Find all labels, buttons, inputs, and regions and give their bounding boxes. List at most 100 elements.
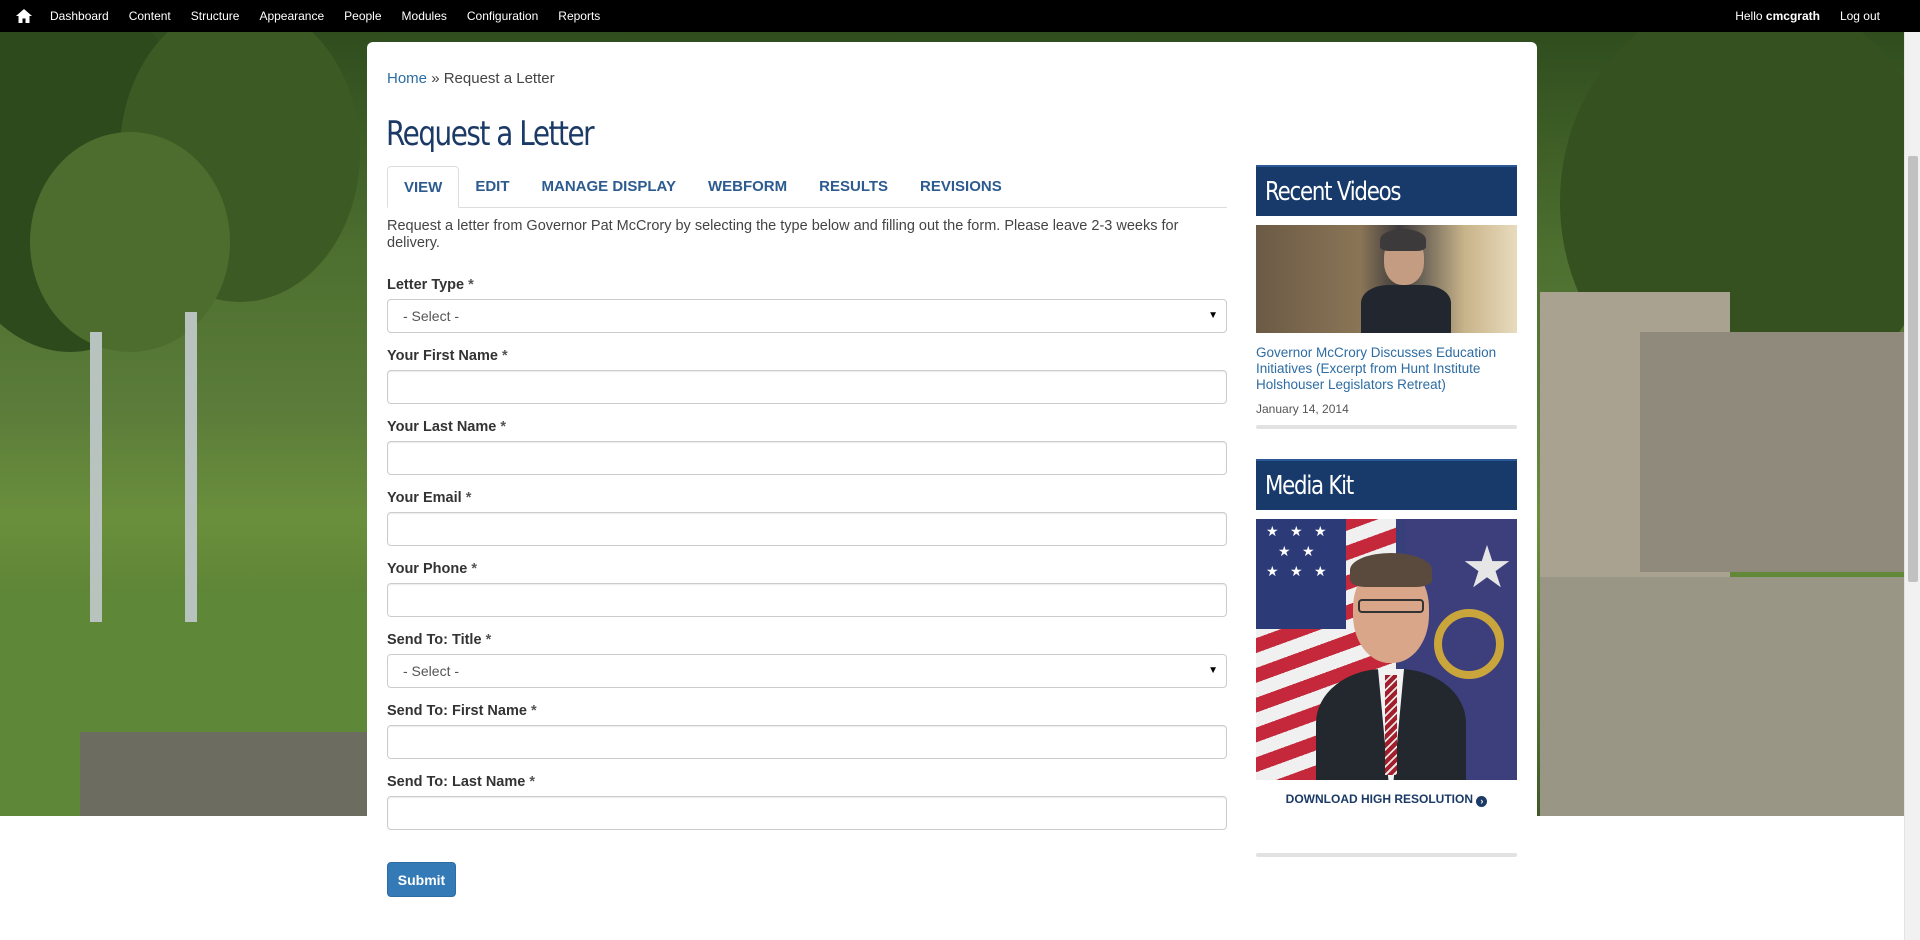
field-first-name: Your First Name *: [387, 348, 1227, 419]
content-panel: Home » Request a Letter Request a Letter…: [367, 42, 1537, 940]
submit-button[interactable]: Submit: [387, 862, 456, 897]
send-to-last-name-label-text: Send To: Last Name: [387, 774, 526, 790]
star-icon: ★: [1314, 563, 1327, 579]
required-marker: *: [500, 419, 507, 435]
menu-item-reports[interactable]: Reports: [548, 9, 610, 23]
required-marker: *: [471, 561, 477, 577]
required-marker: *: [465, 490, 472, 506]
page-scrollbar[interactable]: [1904, 32, 1920, 940]
last-name-label: Your Last Name *: [387, 419, 1227, 441]
menu-item-appearance[interactable]: Appearance: [249, 9, 334, 23]
media-kit-heading: Media Kit: [1256, 459, 1517, 510]
username[interactable]: cmcgrath: [1766, 9, 1820, 23]
portrait-tie: [1385, 675, 1397, 775]
flag-seal: [1434, 609, 1504, 679]
send-to-first-name-label: Send To: First Name *: [387, 703, 1227, 725]
tab-manage-display[interactable]: MANAGE DISPLAY: [526, 166, 692, 208]
first-name-label: Your First Name *: [387, 348, 1227, 370]
scrollbar-thumb[interactable]: [1908, 156, 1918, 582]
required-marker: *: [501, 348, 508, 364]
star-icon: ★: [1278, 543, 1291, 559]
portrait-glasses: [1358, 599, 1424, 613]
page-title: Request a Letter: [386, 114, 595, 154]
breadcrumb-separator: »: [431, 70, 440, 87]
portrait-hair: [1350, 553, 1432, 587]
tab-edit[interactable]: EDIT: [459, 166, 525, 208]
send-to-title-select[interactable]: - Select - ▼: [387, 654, 1227, 688]
field-send-to-title: Send To: Title * - Select - ▼: [387, 632, 1227, 703]
request-letter-form: Letter Type * - Select - ▼ Your First Nam…: [387, 277, 1227, 845]
star-icon: ★: [1290, 563, 1303, 579]
thumbnail-figure-suit: [1361, 285, 1451, 333]
last-name-input[interactable]: [387, 441, 1227, 475]
tab-view[interactable]: VIEW: [387, 166, 460, 208]
first-name-input[interactable]: [387, 370, 1227, 404]
field-send-to-first-name: Send To: First Name *: [387, 703, 1227, 774]
star-icon: ★: [1314, 523, 1327, 539]
user-area: Hello cmcgrath Log out: [1735, 0, 1880, 32]
phone-input[interactable]: [387, 583, 1227, 617]
admin-menu: Dashboard Content Structure Appearance P…: [40, 0, 610, 32]
send-to-last-name-input[interactable]: [387, 796, 1227, 830]
download-link-text: DOWNLOAD HIGH RESOLUTION: [1285, 792, 1473, 806]
phone-label-text: Your Phone: [387, 561, 468, 577]
letter-type-select[interactable]: - Select - ▼: [387, 299, 1227, 333]
email-input[interactable]: [387, 512, 1227, 546]
node-tabs: VIEW EDIT MANAGE DISPLAY WEBFORM RESULTS…: [387, 166, 1227, 208]
star-icon: ★: [1266, 563, 1279, 579]
required-marker: *: [530, 703, 537, 719]
home-icon[interactable]: [16, 9, 32, 23]
menu-item-people[interactable]: People: [334, 9, 391, 23]
download-high-resolution-link[interactable]: DOWNLOAD HIGH RESOLUTION ›: [1256, 792, 1517, 807]
breadcrumb-current: Request a Letter: [443, 70, 555, 87]
menu-item-dashboard[interactable]: Dashboard: [40, 9, 119, 23]
recent-videos-heading: Recent Videos: [1256, 165, 1517, 216]
governor-portrait[interactable]: ★ ★ ★ ★ ★ ★ ★ ★ ★: [1256, 519, 1517, 780]
video-title-link[interactable]: Governor McCrory Discusses Education Ini…: [1256, 345, 1517, 393]
recent-videos-block: Recent Videos Governor McCrory Discusses…: [1256, 165, 1517, 429]
user-greeting: Hello cmcgrath: [1735, 9, 1820, 23]
send-to-first-name-label-text: Send To: First Name: [387, 703, 527, 719]
phone-label: Your Phone *: [387, 561, 1227, 583]
logout-link[interactable]: Log out: [1840, 9, 1880, 23]
letter-type-label: Letter Type *: [387, 277, 1227, 299]
letter-type-selected-value: - Select -: [403, 308, 460, 324]
star-icon: ★: [1290, 523, 1303, 539]
field-email: Your Email *: [387, 490, 1227, 561]
first-name-label-text: Your First Name: [387, 348, 498, 364]
required-marker: *: [529, 774, 535, 790]
intro-text: Request a letter from Governor Pat McCro…: [387, 218, 1179, 251]
send-to-title-label-text: Send To: Title: [387, 632, 482, 648]
menu-item-configuration[interactable]: Configuration: [457, 9, 548, 23]
chevron-circle-right-icon: ›: [1476, 796, 1488, 807]
send-to-title-selected-value: - Select -: [403, 663, 460, 679]
send-to-first-name-input[interactable]: [387, 725, 1227, 759]
dropdown-arrow-icon: ▼: [1208, 310, 1218, 321]
menu-item-structure[interactable]: Structure: [181, 9, 250, 23]
menu-item-modules[interactable]: Modules: [392, 9, 457, 23]
menu-item-content[interactable]: Content: [119, 9, 181, 23]
video-date: January 14, 2014: [1256, 402, 1349, 416]
email-label: Your Email *: [387, 490, 1227, 512]
admin-toolbar: Dashboard Content Structure Appearance P…: [0, 0, 1920, 32]
star-icon: ★: [1461, 535, 1513, 600]
send-to-title-label: Send To: Title *: [387, 632, 1227, 654]
tab-revisions[interactable]: REVISIONS: [904, 166, 1018, 208]
dropdown-arrow-icon: ▼: [1208, 665, 1218, 676]
thumbnail-figure-hair: [1380, 229, 1426, 251]
sidebar: Recent Videos Governor McCrory Discusses…: [1256, 165, 1517, 857]
required-marker: *: [468, 277, 474, 293]
media-kit-block: Media Kit ★ ★ ★ ★ ★ ★ ★ ★ ★ DOWNLOAD HIG…: [1256, 459, 1517, 857]
email-label-text: Your Email: [387, 490, 462, 506]
field-letter-type: Letter Type * - Select - ▼: [387, 277, 1227, 348]
block-divider: [1256, 853, 1517, 857]
letter-type-label-text: Letter Type: [387, 277, 465, 293]
last-name-label-text: Your Last Name: [387, 419, 497, 435]
breadcrumb-home-link[interactable]: Home: [387, 70, 427, 87]
tab-webform[interactable]: WEBFORM: [692, 166, 803, 208]
star-icon: ★: [1266, 523, 1279, 539]
tab-results[interactable]: RESULTS: [803, 166, 904, 208]
send-to-last-name-label: Send To: Last Name *: [387, 774, 1227, 796]
video-thumbnail[interactable]: [1256, 225, 1517, 333]
star-icon: ★: [1302, 543, 1315, 559]
